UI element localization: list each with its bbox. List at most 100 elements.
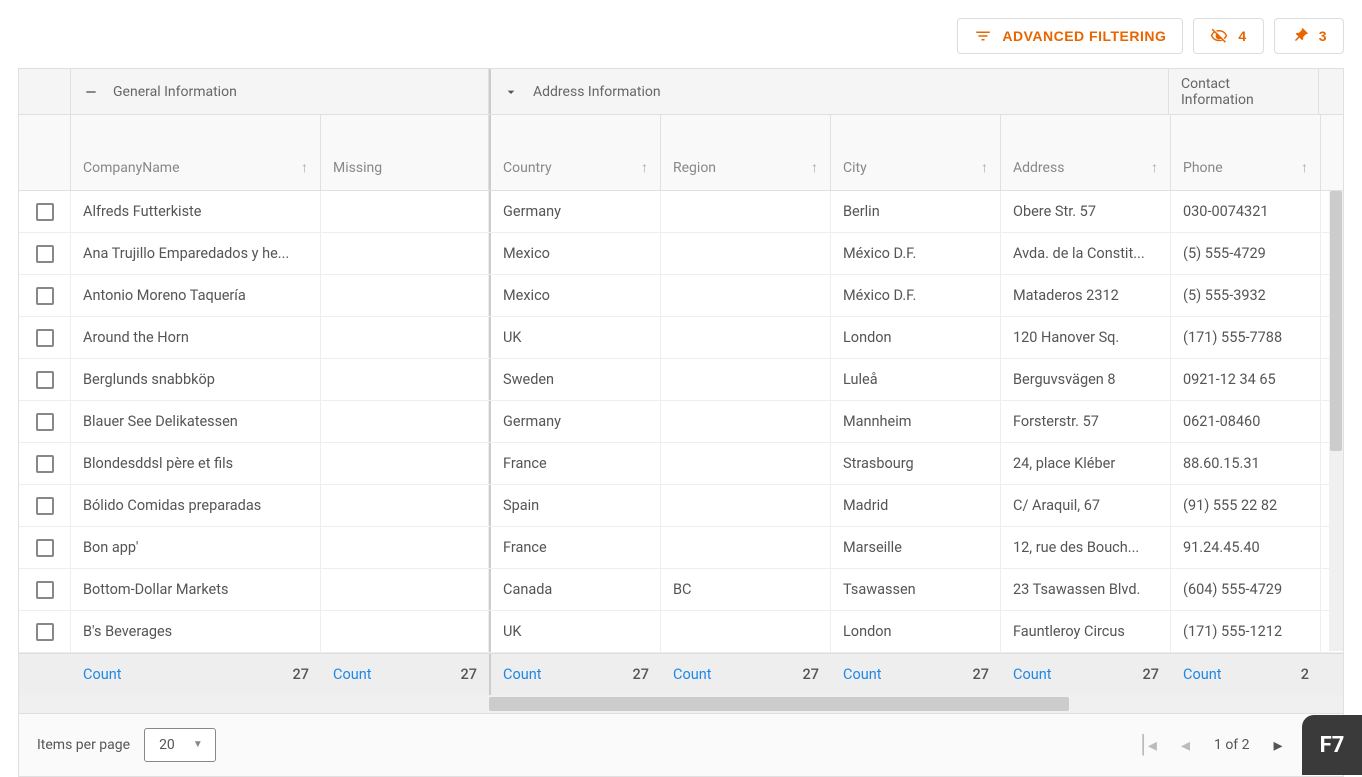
prev-page-button[interactable]: ◂ bbox=[1181, 735, 1190, 756]
table-row[interactable]: Around the Horn UK London 120 Hanover Sq… bbox=[19, 317, 1343, 359]
row-checkbox-cell bbox=[19, 359, 71, 400]
region-cell bbox=[661, 401, 831, 442]
count-link[interactable]: Count bbox=[673, 666, 711, 683]
region-col-label: Region bbox=[673, 160, 716, 176]
row-checkbox[interactable] bbox=[36, 203, 54, 221]
column-header-row: CompanyName ↑ Missing Country ↑ Region ↑… bbox=[19, 115, 1343, 191]
address-cell: 12, rue des Bouch... bbox=[1001, 527, 1171, 568]
region-cell bbox=[661, 233, 831, 274]
table-row[interactable]: Blauer See Delikatessen Germany Mannheim… bbox=[19, 401, 1343, 443]
row-checkbox[interactable] bbox=[36, 539, 54, 557]
contact-group-label: Contact Information bbox=[1181, 76, 1306, 108]
country-column-header[interactable]: Country ↑ bbox=[491, 115, 661, 190]
table-row[interactable]: Ana Trujillo Emparedados y he... Mexico … bbox=[19, 233, 1343, 275]
advanced-filtering-button[interactable]: ADVANCED FILTERING bbox=[957, 18, 1183, 54]
page-size-select[interactable]: 20 bbox=[144, 728, 216, 762]
summary-checkbox-cell bbox=[19, 654, 71, 695]
region-cell bbox=[661, 527, 831, 568]
row-checkbox[interactable] bbox=[36, 455, 54, 473]
company-cell: Bólido Comidas preparadas bbox=[71, 485, 321, 526]
count-link[interactable]: Count bbox=[333, 666, 371, 683]
page-indicator: 1 of 2 bbox=[1214, 737, 1250, 753]
table-row[interactable]: Alfreds Futterkiste Germany Berlin Obere… bbox=[19, 191, 1343, 233]
city-column-header[interactable]: City ↑ bbox=[831, 115, 1001, 190]
company-cell: Bottom-Dollar Markets bbox=[71, 569, 321, 610]
table-row[interactable]: Bólido Comidas preparadas Spain Madrid C… bbox=[19, 485, 1343, 527]
general-info-group[interactable]: General Information bbox=[71, 69, 489, 114]
address-group-label: Address Information bbox=[533, 84, 661, 100]
summary-country-cell: Count 27 bbox=[491, 654, 661, 695]
missing-column-header[interactable]: Missing bbox=[321, 115, 489, 190]
pinned-columns-button[interactable]: 3 bbox=[1274, 18, 1344, 54]
filter-list-icon bbox=[974, 27, 992, 45]
row-checkbox-cell bbox=[19, 611, 71, 652]
count-link[interactable]: Count bbox=[1013, 666, 1051, 683]
page-size-value: 20 bbox=[159, 737, 175, 753]
missing-cell bbox=[321, 485, 489, 526]
country-cell: UK bbox=[491, 611, 661, 652]
vertical-scrollbar-thumb[interactable] bbox=[1330, 191, 1342, 451]
city-cell: London bbox=[831, 317, 1001, 358]
vertical-scrollbar[interactable] bbox=[1329, 191, 1343, 651]
row-checkbox[interactable] bbox=[36, 497, 54, 515]
company-col-label: CompanyName bbox=[83, 160, 180, 176]
summary-region-cell: Count 27 bbox=[661, 654, 831, 695]
city-cell: Marseille bbox=[831, 527, 1001, 568]
next-page-button[interactable]: ▸ bbox=[1274, 735, 1283, 756]
row-checkbox[interactable] bbox=[36, 287, 54, 305]
count-link[interactable]: Count bbox=[503, 666, 541, 683]
table-row[interactable]: Antonio Moreno Taquería Mexico México D.… bbox=[19, 275, 1343, 317]
pin-icon bbox=[1287, 23, 1312, 48]
country-cell: France bbox=[491, 527, 661, 568]
count-link[interactable]: Count bbox=[83, 666, 121, 683]
region-column-header[interactable]: Region ↑ bbox=[661, 115, 831, 190]
phone-column-header[interactable]: Phone ↑ bbox=[1171, 115, 1321, 190]
company-cell: Antonio Moreno Taquería bbox=[71, 275, 321, 316]
row-checkbox[interactable] bbox=[36, 581, 54, 599]
address-cell: Forsterstr. 57 bbox=[1001, 401, 1171, 442]
advanced-filtering-label: ADVANCED FILTERING bbox=[1002, 28, 1166, 44]
hidden-columns-button[interactable]: 4 bbox=[1193, 18, 1263, 54]
city-col-label: City bbox=[843, 160, 867, 176]
row-checkbox[interactable] bbox=[36, 329, 54, 347]
horizontal-scrollbar[interactable] bbox=[19, 695, 1343, 713]
missing-cell bbox=[321, 443, 489, 484]
count-link[interactable]: Count bbox=[843, 666, 881, 683]
table-row[interactable]: Berglunds snabbköp Sweden Luleå Berguvsv… bbox=[19, 359, 1343, 401]
summary-phone-cell: Count 2 bbox=[1171, 654, 1321, 695]
row-checkbox[interactable] bbox=[36, 245, 54, 263]
address-column-header[interactable]: Address ↑ bbox=[1001, 115, 1171, 190]
row-checkbox[interactable] bbox=[36, 623, 54, 641]
company-cell: Around the Horn bbox=[71, 317, 321, 358]
table-row[interactable]: Bottom-Dollar Markets Canada BC Tsawasse… bbox=[19, 569, 1343, 611]
region-cell bbox=[661, 317, 831, 358]
missing-cell bbox=[321, 317, 489, 358]
collapse-icon bbox=[83, 84, 99, 100]
row-checkbox-cell bbox=[19, 317, 71, 358]
company-cell: B's Beverages bbox=[71, 611, 321, 652]
sort-up-icon: ↑ bbox=[811, 159, 818, 176]
address-cell: Berguvsvägen 8 bbox=[1001, 359, 1171, 400]
summary-missing-value: 27 bbox=[461, 666, 477, 683]
table-row[interactable]: Blondesddsl père et fils France Strasbou… bbox=[19, 443, 1343, 485]
summary-missing-cell: Count 27 bbox=[321, 654, 489, 695]
summary-row: Count 27 Count 27 Count 27 Count 27 Coun… bbox=[19, 653, 1343, 695]
row-checkbox[interactable] bbox=[36, 371, 54, 389]
first-page-button[interactable]: ⎮◂ bbox=[1139, 735, 1157, 756]
company-column-header[interactable]: CompanyName ↑ bbox=[71, 115, 321, 190]
missing-cell bbox=[321, 233, 489, 274]
table-row[interactable]: Bon app' France Marseille 12, rue des Bo… bbox=[19, 527, 1343, 569]
table-row[interactable]: B's Beverages UK London Fauntleroy Circu… bbox=[19, 611, 1343, 653]
company-cell: Alfreds Futterkiste bbox=[71, 191, 321, 232]
row-checkbox[interactable] bbox=[36, 413, 54, 431]
contact-info-group[interactable]: Contact Information bbox=[1169, 69, 1319, 114]
horizontal-scrollbar-thumb[interactable] bbox=[489, 697, 1069, 711]
phone-cell: 030-0074321 bbox=[1171, 191, 1321, 232]
row-checkbox-cell bbox=[19, 527, 71, 568]
city-cell: México D.F. bbox=[831, 275, 1001, 316]
address-info-group[interactable]: Address Information bbox=[491, 69, 1169, 114]
count-link[interactable]: Count bbox=[1183, 666, 1221, 683]
phone-cell: 88.60.15.31 bbox=[1171, 443, 1321, 484]
region-cell bbox=[661, 443, 831, 484]
sort-up-icon: ↑ bbox=[641, 159, 648, 176]
